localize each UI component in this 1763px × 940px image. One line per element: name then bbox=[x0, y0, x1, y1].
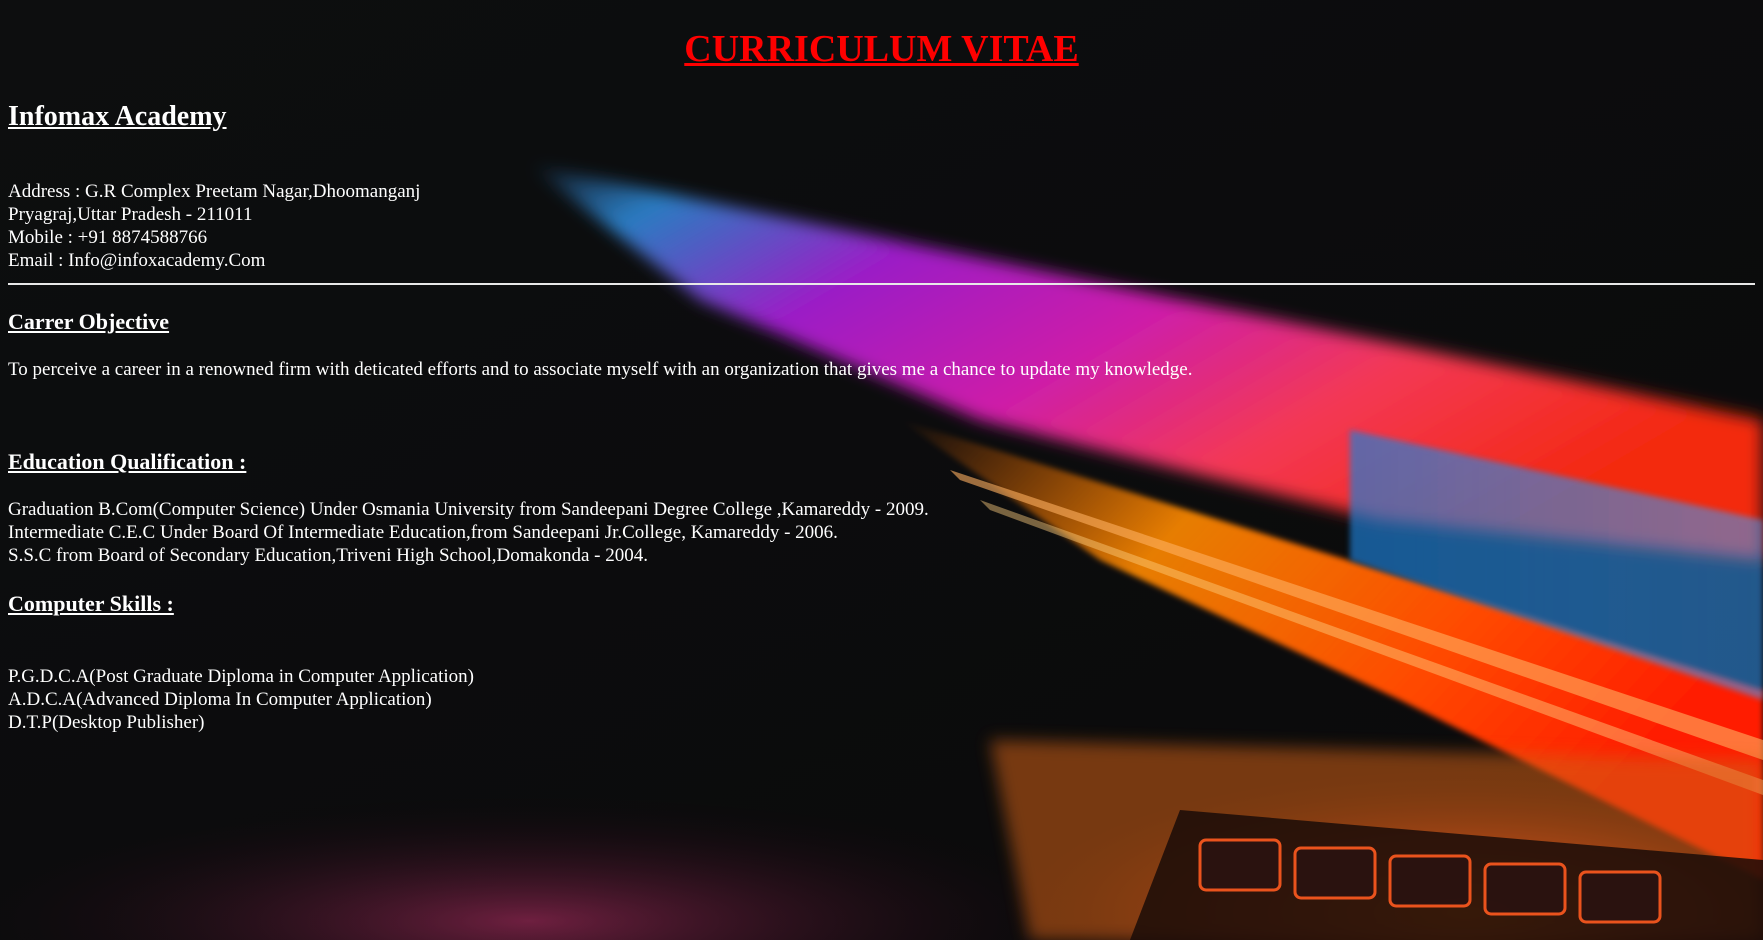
mobile-number: Mobile : +91 8874588766 bbox=[8, 227, 208, 248]
divider bbox=[8, 283, 1755, 285]
list-item: D.T.P(Desktop Publisher) bbox=[8, 712, 205, 733]
address-line-2: Pryagraj,Uttar Pradesh - 211011 bbox=[8, 204, 253, 225]
list-item: P.G.D.C.A(Post Graduate Diploma in Compu… bbox=[8, 666, 474, 687]
list-item: Intermediate C.E.C Under Board Of Interm… bbox=[8, 522, 838, 543]
education-heading: Education Qualification : bbox=[8, 449, 247, 474]
computer-skills-list: P.G.D.C.A(Post Graduate Diploma in Compu… bbox=[8, 665, 474, 734]
education-list: Graduation B.Com(Computer Science) Under… bbox=[8, 498, 929, 567]
career-objective-heading: Carrer Objective bbox=[8, 309, 170, 334]
page-title: CURRICULUM VITAE bbox=[684, 28, 1079, 70]
career-objective-text: To perceive a career in a renowned firm … bbox=[8, 359, 1193, 380]
computer-skills-heading: Computer Skills : bbox=[8, 591, 174, 616]
email-address: Email : Info@infoxacademy.Com bbox=[8, 250, 266, 271]
address-line-1: Address : G.R Complex Preetam Nagar,Dhoo… bbox=[8, 181, 421, 202]
organization-name: Infomax Academy bbox=[8, 101, 227, 132]
list-item: A.D.C.A(Advanced Diploma In Computer App… bbox=[8, 689, 432, 710]
contact-block: Address : G.R Complex Preetam Nagar,Dhoo… bbox=[8, 180, 420, 272]
list-item: Graduation B.Com(Computer Science) Under… bbox=[8, 499, 929, 520]
background-laptop-image bbox=[0, 0, 1763, 940]
list-item: S.S.C from Board of Secondary Education,… bbox=[8, 545, 648, 566]
